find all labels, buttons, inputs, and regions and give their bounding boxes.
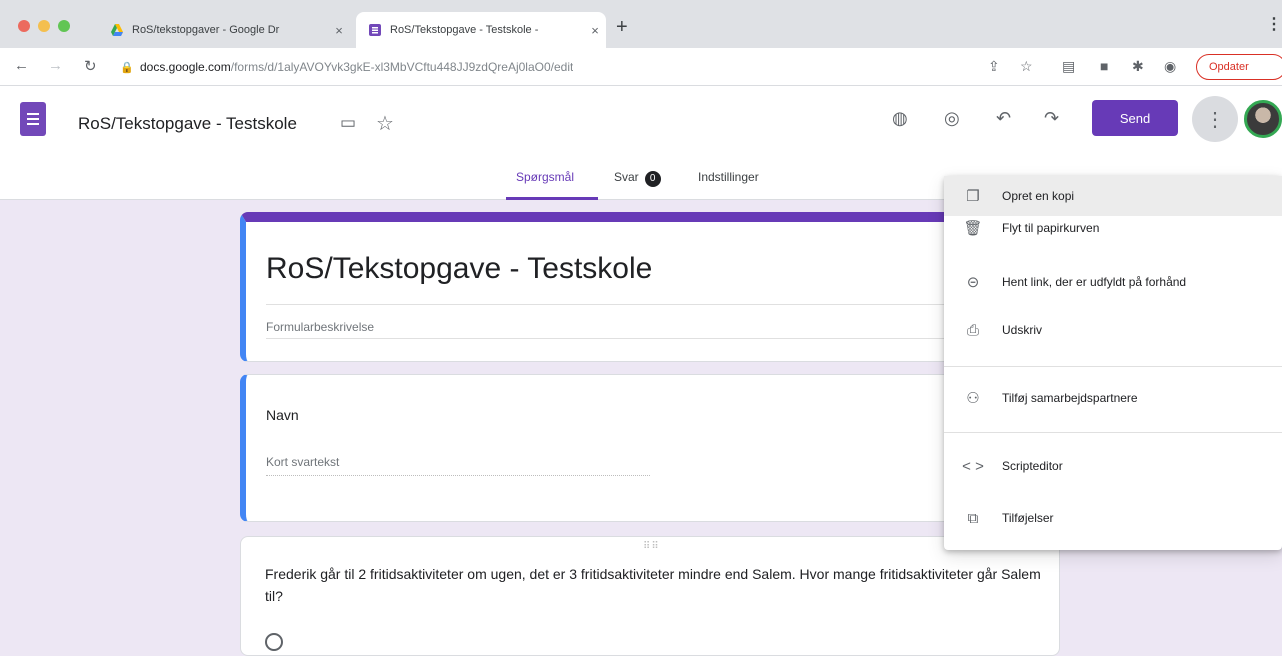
- menu-item-label: Tilføjelser: [1002, 511, 1054, 525]
- profile-icon[interactable]: ◉: [1164, 58, 1176, 75]
- lock-icon: 🔒: [120, 61, 134, 74]
- send-button[interactable]: Send: [1092, 100, 1178, 136]
- preview-eye-icon[interactable]: ◎: [944, 108, 960, 129]
- palette-icon[interactable]: ◍: [892, 108, 908, 129]
- menu-item-print[interactable]: ⎙ Udskriv: [944, 310, 1282, 350]
- form-description-field[interactable]: Formularbeskrivelse: [266, 320, 374, 334]
- radio-option[interactable]: [265, 633, 283, 651]
- puzzle-icon: ⧉: [967, 509, 979, 527]
- drag-handle-icon[interactable]: ⠿⠿: [643, 541, 660, 552]
- tab-questions[interactable]: Spørgsmål: [506, 170, 598, 200]
- menu-item-label: Flyt til papirkurven: [1002, 221, 1100, 235]
- url-host: docs.google.com: [140, 60, 231, 74]
- more-options-menu: ❐ Opret en kopi 🗑 Flyt til papirkurven ⊝…: [944, 176, 1282, 550]
- divider: [266, 475, 650, 476]
- star-icon[interactable]: ☆: [376, 111, 394, 136]
- print-icon: ⎙: [966, 321, 979, 339]
- tab-responses[interactable]: Svar 0: [614, 170, 661, 200]
- menu-item-script-editor[interactable]: < > Scripteditor: [944, 446, 1282, 486]
- undo-icon[interactable]: ↶: [996, 108, 1011, 129]
- redo-icon[interactable]: ↷: [1044, 108, 1059, 129]
- short-answer-placeholder: Kort svartekst: [266, 455, 340, 469]
- form-title-card[interactable]: RoS/Tekstopgave - Testskole Formularbesk…: [240, 212, 1060, 362]
- tab-title: RoS/tekstopgaver - Google Dr: [132, 24, 280, 36]
- url-input[interactable]: 🔒 docs.google.com /forms/d/1alyAVOYvk3gk…: [112, 53, 962, 81]
- update-button[interactable]: Opdater: [1196, 54, 1282, 80]
- forward-arrow-icon[interactable]: →: [48, 57, 63, 74]
- google-drive-icon: [111, 24, 123, 36]
- browser-tab-bar: RoS/tekstopgaver - Google Dr × RoS/Tekst…: [0, 0, 1282, 48]
- question-title[interactable]: Navn: [266, 407, 299, 423]
- menu-item-label: Hent link, der er udfyldt på forhånd: [1002, 275, 1187, 289]
- menu-item-add-ons[interactable]: ⧉ Tilføjelser: [944, 498, 1282, 538]
- google-forms-logo-icon[interactable]: [20, 102, 46, 136]
- extension-icon[interactable]: ▤: [1062, 58, 1075, 75]
- divider: [266, 338, 1046, 339]
- menu-item-label: Tilføj samarbejdspartnere: [1002, 391, 1138, 405]
- menu-divider: [944, 366, 1282, 367]
- google-forms-icon: [369, 24, 381, 36]
- new-tab-button[interactable]: +: [616, 16, 628, 39]
- folder-icon[interactable]: ▭: [340, 113, 356, 133]
- minimize-window-button[interactable]: [38, 20, 50, 32]
- tab-settings[interactable]: Indstillinger: [698, 170, 759, 200]
- close-tab-icon[interactable]: ×: [328, 23, 350, 38]
- form-title[interactable]: RoS/Tekstopgave - Testskole: [266, 252, 652, 286]
- document-title[interactable]: RoS/Tekstopgave - Testskole: [78, 114, 297, 134]
- extension-icon[interactable]: ■: [1100, 58, 1108, 74]
- update-label: Opdater: [1209, 61, 1249, 73]
- browser-menu-icon[interactable]: ⋮: [1266, 14, 1282, 34]
- browser-tab-forms[interactable]: RoS/Tekstopgave - Testskole - ×: [356, 12, 606, 48]
- url-path: /forms/d/1alyAVOYvk3gkE-xl3MbVCftu448JJ9…: [230, 60, 574, 74]
- back-arrow-icon[interactable]: ←: [14, 57, 29, 74]
- menu-item-add-collaborators[interactable]: ⚇ Tilføj samarbejdspartnere: [944, 378, 1282, 418]
- menu-item-label: Opret en kopi: [1002, 189, 1075, 203]
- question-card[interactable]: ⠿⠿ Frederik går til 2 fritidsaktiviteter…: [240, 536, 1060, 656]
- menu-item-label: Scripteditor: [1002, 459, 1063, 473]
- menu-item-prefilled-link[interactable]: ⊝ Hent link, der er udfyldt på forhånd: [944, 262, 1282, 302]
- maximize-window-button[interactable]: [58, 20, 70, 32]
- browser-tab-drive[interactable]: RoS/tekstopgaver - Google Dr ×: [98, 12, 350, 48]
- menu-divider: [944, 432, 1282, 433]
- copy-icon: ❐: [966, 188, 980, 205]
- puzzle-extensions-icon[interactable]: ✱: [1132, 58, 1144, 75]
- responses-count-badge: 0: [644, 171, 661, 187]
- close-window-button[interactable]: [18, 20, 30, 32]
- tab-label: Svar: [614, 170, 639, 184]
- code-icon: < >: [962, 457, 984, 475]
- reload-icon[interactable]: ↻: [84, 57, 97, 75]
- question-card[interactable]: Navn Kort svartekst: [240, 374, 1060, 522]
- send-label: Send: [1119, 110, 1151, 126]
- link-icon: ⊝: [966, 274, 980, 291]
- share-icon[interactable]: ⇪: [988, 58, 1000, 75]
- add-people-icon: ⚇: [966, 390, 980, 407]
- menu-item-label: Udskriv: [1002, 323, 1043, 337]
- close-tab-icon[interactable]: ×: [584, 23, 606, 38]
- address-bar: ← → ↻ 🔒 docs.google.com /forms/d/1alyAVO…: [0, 48, 1282, 86]
- divider: [266, 304, 1046, 305]
- tab-label: Spørgsmål: [516, 170, 575, 184]
- tab-title: RoS/Tekstopgave - Testskole -: [390, 24, 539, 36]
- avatar[interactable]: [1244, 100, 1282, 138]
- question-title[interactable]: Frederik går til 2 fritidsaktiviteter om…: [265, 563, 1055, 607]
- trash-icon: 🗑: [963, 220, 983, 237]
- more-options-icon[interactable]: ⋮: [1192, 96, 1238, 142]
- bookmark-star-icon[interactable]: ☆: [1020, 58, 1033, 75]
- tab-label: Indstillinger: [698, 170, 759, 184]
- menu-item-move-to-trash[interactable]: 🗑 Flyt til papirkurven: [944, 208, 1282, 248]
